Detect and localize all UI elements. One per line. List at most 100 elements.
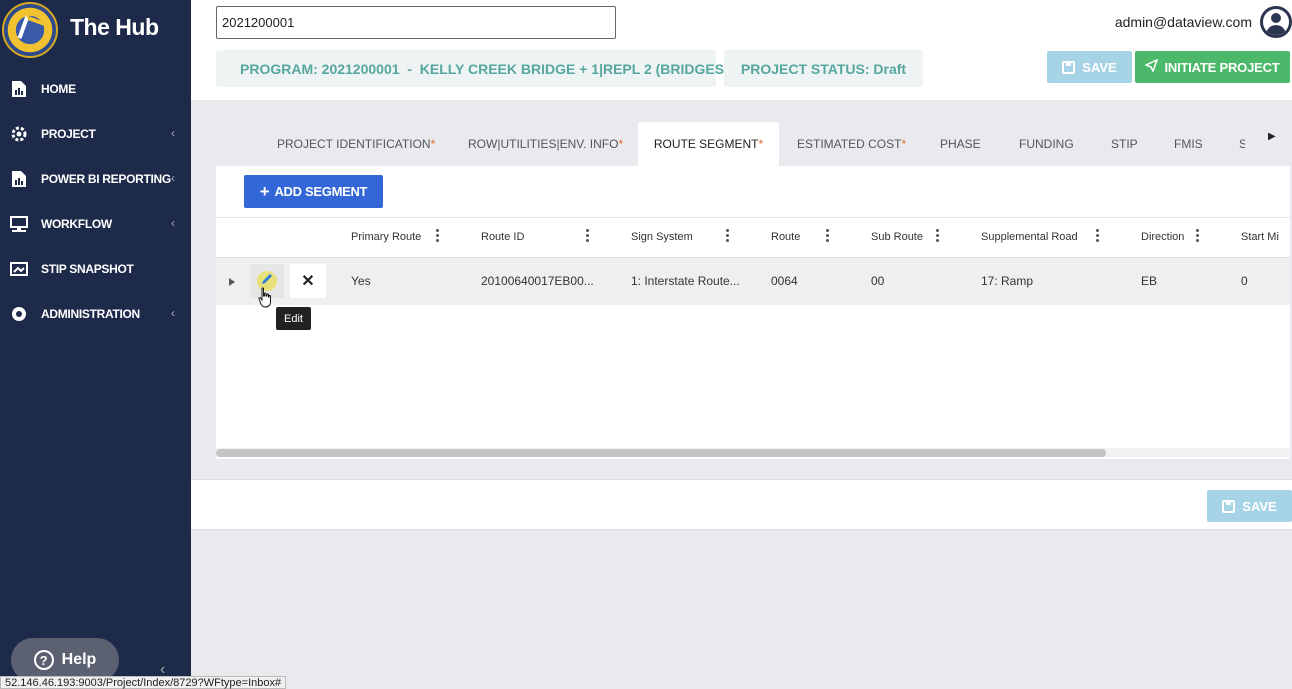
gear-icon	[10, 305, 28, 323]
browser-status-url: 52.146.46.193:9003/Project/Index/8729?WF…	[0, 676, 287, 689]
help-label: Help	[61, 651, 97, 668]
delete-button[interactable]: ✕	[290, 264, 326, 298]
workflow-icon	[10, 215, 28, 233]
chevron-left-icon: ‹	[171, 216, 175, 230]
plus-icon: +	[259, 181, 270, 201]
tab-truncated[interactable]: S	[1239, 122, 1245, 166]
column-header[interactable]: Primary Route	[351, 231, 421, 243]
cell-sign-system: 1: Interstate Route...	[631, 274, 740, 288]
add-segment-button[interactable]: + ADD SEGMENT	[244, 175, 383, 208]
column-menu-icon[interactable]	[936, 229, 940, 243]
paper-plane-icon	[1144, 58, 1159, 75]
column-header[interactable]: Route	[771, 231, 800, 243]
floppy-disk-icon	[1222, 499, 1236, 513]
chevron-left-icon: ‹	[171, 171, 175, 185]
chevron-left-icon: ‹	[171, 126, 175, 140]
route-segment-panel: + ADD SEGMENT Primary Route Route ID Sig…	[216, 166, 1290, 459]
expand-row-icon[interactable]	[229, 278, 235, 286]
cell-route: 0064	[771, 274, 798, 288]
program-search-input[interactable]	[216, 6, 616, 39]
app-title: The Hub	[70, 14, 159, 40]
project-gear-icon	[10, 125, 28, 143]
tab-label: STIP	[1111, 137, 1138, 151]
sidebar-item-project[interactable]: PROJECT ‹	[0, 114, 191, 154]
edit-tooltip: Edit	[276, 307, 311, 330]
save-button[interactable]: SAVE	[1047, 51, 1132, 83]
tab-label: ROW|UTILITIES|ENV. INFO	[468, 137, 619, 151]
report-icon	[10, 170, 28, 188]
column-menu-icon[interactable]	[726, 229, 730, 243]
tab-funding[interactable]: FUNDING	[1019, 122, 1074, 166]
horizontal-scrollbar[interactable]	[216, 448, 1290, 457]
save-button-bottom[interactable]: SAVE	[1207, 490, 1292, 522]
program-badge: PROGRAM: 2021200001 - KELLY CREEK BRIDGE…	[216, 50, 729, 87]
tab-project-identification[interactable]: PROJECT IDENTIFICATION *	[277, 122, 435, 166]
sidebar-item-label: WORKFLOW	[41, 217, 112, 231]
column-menu-icon[interactable]	[826, 229, 830, 243]
column-header[interactable]: Supplemental Road	[981, 231, 1078, 243]
sidebar-item-label: HOME	[41, 82, 76, 96]
column-header[interactable]: Start Mi	[1241, 231, 1279, 243]
sidebar-item-stip-snapshot[interactable]: STIP SNAPSHOT	[0, 249, 191, 289]
column-header[interactable]: Route ID	[481, 231, 524, 243]
tab-label: FUNDING	[1019, 137, 1074, 151]
sidebar-item-workflow[interactable]: WORKFLOW ‹	[0, 204, 191, 244]
brand[interactable]: The Hub	[0, 0, 191, 58]
save-label: SAVE	[1242, 498, 1277, 514]
header: admin@dataview.com PROGRAM: 2021200001 -…	[191, 0, 1292, 100]
home-report-icon	[10, 80, 28, 98]
cell-direction: EB	[1141, 274, 1158, 288]
cell-supplemental-road: 17: Ramp	[981, 274, 1034, 288]
chevron-left-icon: ‹	[171, 306, 175, 320]
column-header[interactable]: Sign System	[631, 231, 693, 243]
tab-label: S	[1239, 137, 1245, 151]
tab-label: ESTIMATED COST	[797, 137, 902, 151]
tab-bar: PROJECT IDENTIFICATION * ROW|UTILITIES|EN…	[216, 122, 1292, 166]
sidebar-item-power-bi-reporting[interactable]: POWER BI REPORTING ‹	[0, 159, 191, 199]
sidebar-item-label: STIP SNAPSHOT	[41, 262, 134, 276]
cell-route-id: 20100640017EB00...	[481, 274, 594, 288]
tab-label: PROJECT IDENTIFICATION	[277, 137, 431, 151]
column-menu-icon[interactable]	[1196, 229, 1200, 243]
add-segment-label: ADD SEGMENT	[274, 184, 368, 199]
required-marker: *	[758, 137, 764, 151]
column-header[interactable]: Sub Route	[871, 231, 923, 243]
user-email[interactable]: admin@dataview.com	[1115, 14, 1252, 30]
user-avatar-icon[interactable]	[1260, 6, 1292, 38]
tab-fmis[interactable]: FMIS	[1174, 122, 1203, 166]
footer-bar: SAVE	[191, 479, 1292, 530]
required-marker: *	[430, 137, 436, 151]
tab-label: PHASE	[940, 137, 981, 151]
close-icon: ✕	[301, 273, 315, 290]
initiate-project-button[interactable]: INITIATE PROJECT	[1135, 51, 1290, 83]
sidebar-item-label: PROJECT	[41, 127, 96, 141]
column-menu-icon[interactable]	[586, 229, 590, 243]
column-menu-icon[interactable]	[1096, 229, 1100, 243]
tab-row-utilities-env-info[interactable]: ROW|UTILITIES|ENV. INFO *	[468, 122, 623, 166]
tab-scroll-right-icon[interactable]: ▶	[1268, 131, 1276, 142]
column-header[interactable]: Direction	[1141, 231, 1184, 243]
tab-route-segment[interactable]: ROUTE SEGMENT *	[638, 122, 779, 166]
wv-seal-logo	[2, 2, 58, 58]
required-marker: *	[901, 137, 907, 151]
initiate-project-label: INITIATE PROJECT	[1164, 59, 1280, 75]
snapshot-icon	[10, 260, 28, 278]
scrollbar-thumb[interactable]	[216, 449, 1106, 457]
sidebar-item-administration[interactable]: ADMINISTRATION ‹	[0, 294, 191, 334]
sidebar: The Hub HOME PROJECT ‹ POWER BI REPORTIN…	[0, 0, 191, 689]
cell-sub-route: 00	[871, 274, 885, 288]
floppy-disk-icon	[1062, 60, 1076, 74]
tab-label: ROUTE SEGMENT	[653, 137, 759, 151]
table-row[interactable]: ✕ Yes 20100640017EB00... 1: Interstate R…	[216, 258, 1290, 305]
tab-label: FMIS	[1174, 137, 1203, 151]
hand-cursor-icon	[258, 287, 271, 308]
sidebar-item-label: ADMINISTRATION	[41, 307, 140, 321]
route-segment-grid: Primary Route Route ID Sign System Route…	[216, 217, 1290, 448]
tab-stip[interactable]: STIP	[1111, 122, 1138, 166]
column-menu-icon[interactable]	[436, 229, 440, 243]
cell-primary-route: Yes	[351, 274, 371, 288]
project-status-badge: PROJECT STATUS: Draft	[724, 50, 923, 87]
sidebar-item-home[interactable]: HOME	[0, 69, 191, 109]
tab-phase[interactable]: PHASE	[940, 122, 981, 166]
tab-estimated-cost[interactable]: ESTIMATED COST *	[797, 122, 906, 166]
